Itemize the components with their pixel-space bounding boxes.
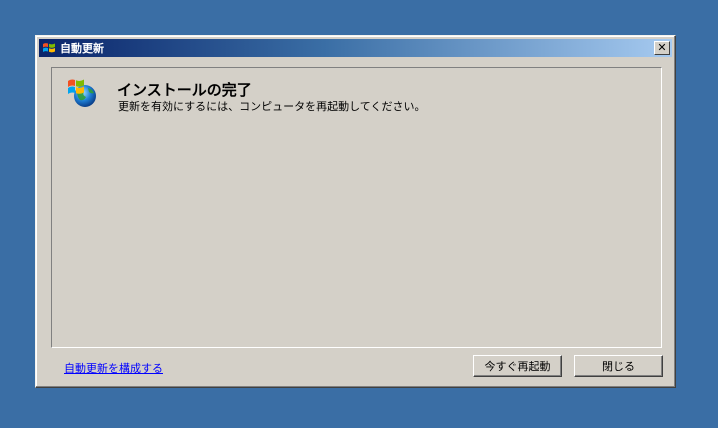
install-complete-heading: インストールの完了 bbox=[117, 81, 252, 99]
close-button[interactable]: 閉じる bbox=[574, 355, 663, 377]
title-bar[interactable]: 自動更新 ✕ bbox=[39, 39, 672, 57]
windows-update-globe-icon bbox=[65, 75, 99, 109]
restart-now-button[interactable]: 今すぐ再起動 bbox=[473, 355, 562, 377]
window-title: 自動更新 bbox=[60, 42, 104, 55]
close-window-button[interactable]: ✕ bbox=[654, 41, 670, 55]
configure-auto-update-link[interactable]: 自動更新を構成する bbox=[64, 360, 163, 376]
auto-update-dialog: 自動更新 ✕ インストールの完了 更新を有効にするには、コンピュータを再起動して… bbox=[35, 35, 676, 388]
restart-message: 更新を有効にするには、コンピュータを再起動してください。 bbox=[118, 100, 426, 113]
windows-update-icon bbox=[41, 40, 57, 56]
content-panel: インストールの完了 更新を有効にするには、コンピュータを再起動してください。 bbox=[51, 67, 662, 348]
